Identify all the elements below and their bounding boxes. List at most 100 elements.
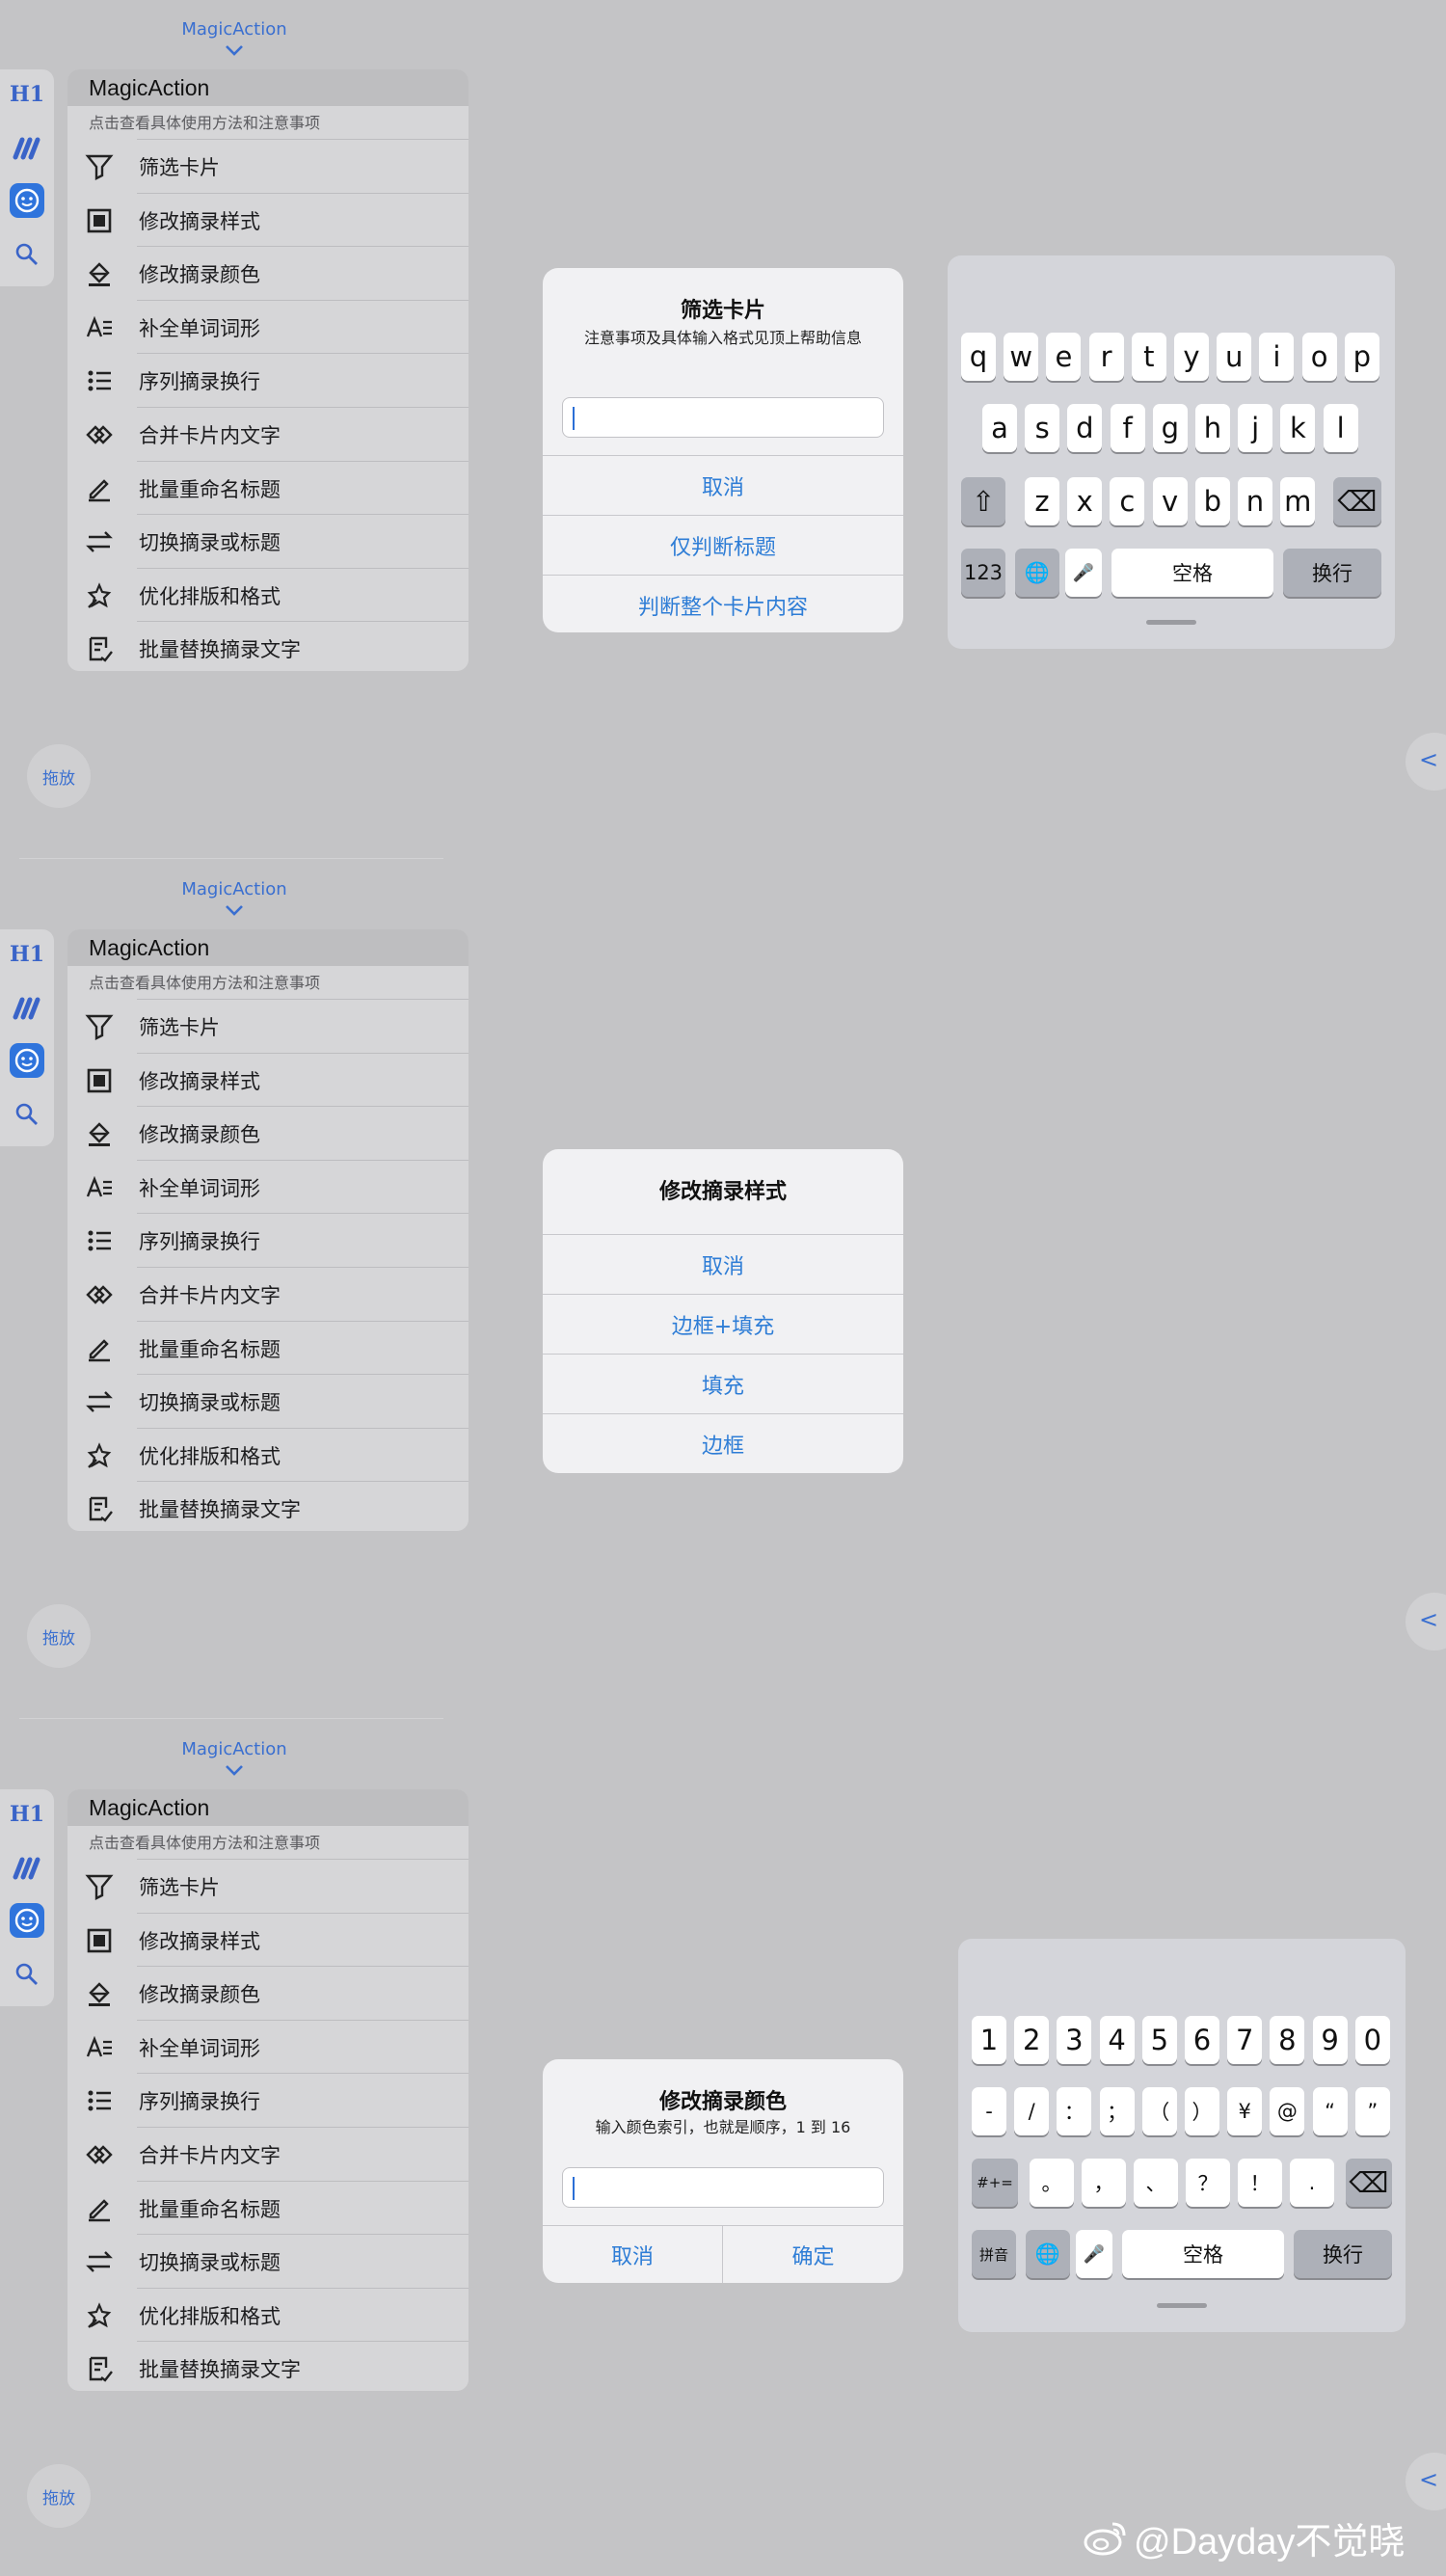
key[interactable]: k [1280, 404, 1316, 452]
magicaction-button[interactable] [8, 181, 46, 220]
key[interactable]: q [961, 333, 996, 381]
menu-item[interactable]: 批量重命名标题 [67, 460, 469, 515]
delete-key[interactable]: ⌫ [1346, 2159, 1392, 2207]
marginnote-button[interactable] [8, 129, 46, 168]
title-only-button[interactable]: 仅判断标题 [543, 515, 903, 575]
chevron-down-icon[interactable] [224, 1762, 245, 1778]
key[interactable]: 5 [1141, 2016, 1177, 2064]
key[interactable]: 2 [1014, 2016, 1050, 2064]
menu-item[interactable]: 序列摘录换行 [67, 353, 469, 407]
menu-item[interactable]: 补全单词词形 [67, 2019, 469, 2074]
collapse-button[interactable]: < [1406, 2453, 1446, 2510]
key[interactable]: t [1131, 333, 1166, 381]
color-index-input[interactable] [562, 2167, 884, 2208]
key[interactable]: l [1323, 404, 1358, 452]
symbols-key[interactable]: #+= [972, 2159, 1018, 2207]
key[interactable]: / [1014, 2087, 1050, 2135]
key[interactable]: c [1110, 477, 1145, 525]
chevron-down-icon[interactable] [224, 902, 245, 918]
filter-input[interactable] [562, 397, 884, 438]
keyboard-handle[interactable] [1157, 2303, 1207, 2308]
key[interactable]: z [1025, 477, 1059, 525]
key[interactable]: a [982, 404, 1017, 452]
key[interactable]: 1 [972, 2016, 1006, 2064]
key[interactable]: m [1280, 477, 1316, 525]
key[interactable]: v [1152, 477, 1188, 525]
key[interactable]: 7 [1227, 2016, 1263, 2064]
menu-item[interactable]: 批量替换摘录文字 [67, 1481, 469, 1531]
key[interactable]: （ [1141, 2087, 1177, 2135]
cancel-button[interactable]: 取消 [543, 455, 903, 515]
menu-item[interactable]: 筛选卡片 [67, 999, 469, 1053]
key[interactable]: e [1046, 333, 1082, 381]
key[interactable]: ¥ [1227, 2087, 1263, 2135]
key[interactable]: . [1290, 2159, 1334, 2207]
search-button[interactable] [8, 1955, 46, 1994]
keyboard-handle[interactable] [1146, 620, 1196, 625]
menu-item[interactable]: 批量重命名标题 [67, 1320, 469, 1375]
key[interactable]: x [1067, 477, 1103, 525]
menu-item[interactable]: 筛选卡片 [67, 1859, 469, 1913]
pinyin-key[interactable]: 拼音 [972, 2230, 1016, 2278]
app-title[interactable]: MagicAction [145, 19, 324, 40]
menu-item[interactable]: 批量替换摘录文字 [67, 2341, 469, 2391]
key[interactable]: i [1259, 333, 1295, 381]
fill-button[interactable]: 填充 [543, 1354, 903, 1413]
menu-item[interactable]: 修改摘录样式 [67, 1912, 469, 1967]
numbers-key[interactable]: 123 [961, 549, 1005, 597]
key[interactable]: s [1025, 404, 1060, 452]
mic-key[interactable]: 🎤 [1065, 549, 1102, 597]
key[interactable]: ： [1057, 2087, 1092, 2135]
chevron-down-icon[interactable] [224, 42, 245, 58]
marginnote-button[interactable] [8, 1849, 46, 1888]
key[interactable]: b [1194, 477, 1230, 525]
confirm-button[interactable]: 确定 [723, 2225, 903, 2283]
menu-item[interactable]: 修改摘录样式 [67, 192, 469, 247]
key[interactable]: n [1238, 477, 1272, 525]
whole-card-button[interactable]: 判断整个卡片内容 [543, 575, 903, 632]
app-title[interactable]: MagicAction [145, 1739, 324, 1759]
drag-button[interactable]: 拖放 [27, 744, 91, 808]
return-key[interactable]: 换行 [1283, 549, 1381, 597]
collapse-button[interactable]: < [1406, 1593, 1446, 1650]
key[interactable]: ； [1099, 2087, 1135, 2135]
key[interactable]: 0 [1354, 2016, 1390, 2064]
drag-button[interactable]: 拖放 [27, 1604, 91, 1668]
menu-item[interactable]: 切换摘录或标题 [67, 1374, 469, 1428]
space-key[interactable]: 空格 [1122, 2230, 1284, 2278]
menu-item[interactable]: 批量重命名标题 [67, 2180, 469, 2235]
key[interactable]: ？ [1186, 2159, 1230, 2207]
key[interactable]: p [1344, 333, 1379, 381]
globe-key[interactable]: 🌐 [1026, 2230, 1070, 2278]
menu-item[interactable]: 合并卡片内文字 [67, 1267, 469, 1321]
key[interactable]: ！ [1238, 2159, 1282, 2207]
key[interactable]: w [1004, 333, 1039, 381]
key[interactable]: - [972, 2087, 1006, 2135]
search-button[interactable] [8, 235, 46, 274]
key[interactable]: d [1067, 404, 1103, 452]
key[interactable]: j [1238, 404, 1273, 452]
drag-button[interactable]: 拖放 [27, 2464, 91, 2528]
key[interactable]: 6 [1185, 2016, 1219, 2064]
menu-item[interactable]: 筛选卡片 [67, 139, 469, 193]
app-title[interactable]: MagicAction [145, 879, 324, 899]
menu-item[interactable]: 合并卡片内文字 [67, 407, 469, 461]
key[interactable]: u [1217, 333, 1252, 381]
key[interactable]: g [1152, 404, 1188, 452]
menu-item[interactable]: 修改摘录样式 [67, 1052, 469, 1107]
cancel-button[interactable]: 取消 [543, 1234, 903, 1294]
magicaction-button[interactable] [8, 1901, 46, 1940]
key[interactable]: r [1088, 333, 1124, 381]
key[interactable]: @ [1270, 2087, 1305, 2135]
menu-item[interactable]: 修改摘录颜色 [67, 246, 469, 300]
key[interactable]: h [1195, 404, 1230, 452]
magicaction-button[interactable] [8, 1041, 46, 1080]
globe-key[interactable]: 🌐 [1015, 549, 1059, 597]
menu-item[interactable]: 切换摘录或标题 [67, 514, 469, 568]
menu-item[interactable]: 序列摘录换行 [67, 1213, 469, 1267]
key[interactable]: 。 [1030, 2159, 1074, 2207]
key[interactable]: f [1110, 404, 1145, 452]
menu-item[interactable]: 切换摘录或标题 [67, 2234, 469, 2288]
key[interactable]: y [1174, 333, 1209, 381]
key[interactable]: 8 [1270, 2016, 1305, 2064]
